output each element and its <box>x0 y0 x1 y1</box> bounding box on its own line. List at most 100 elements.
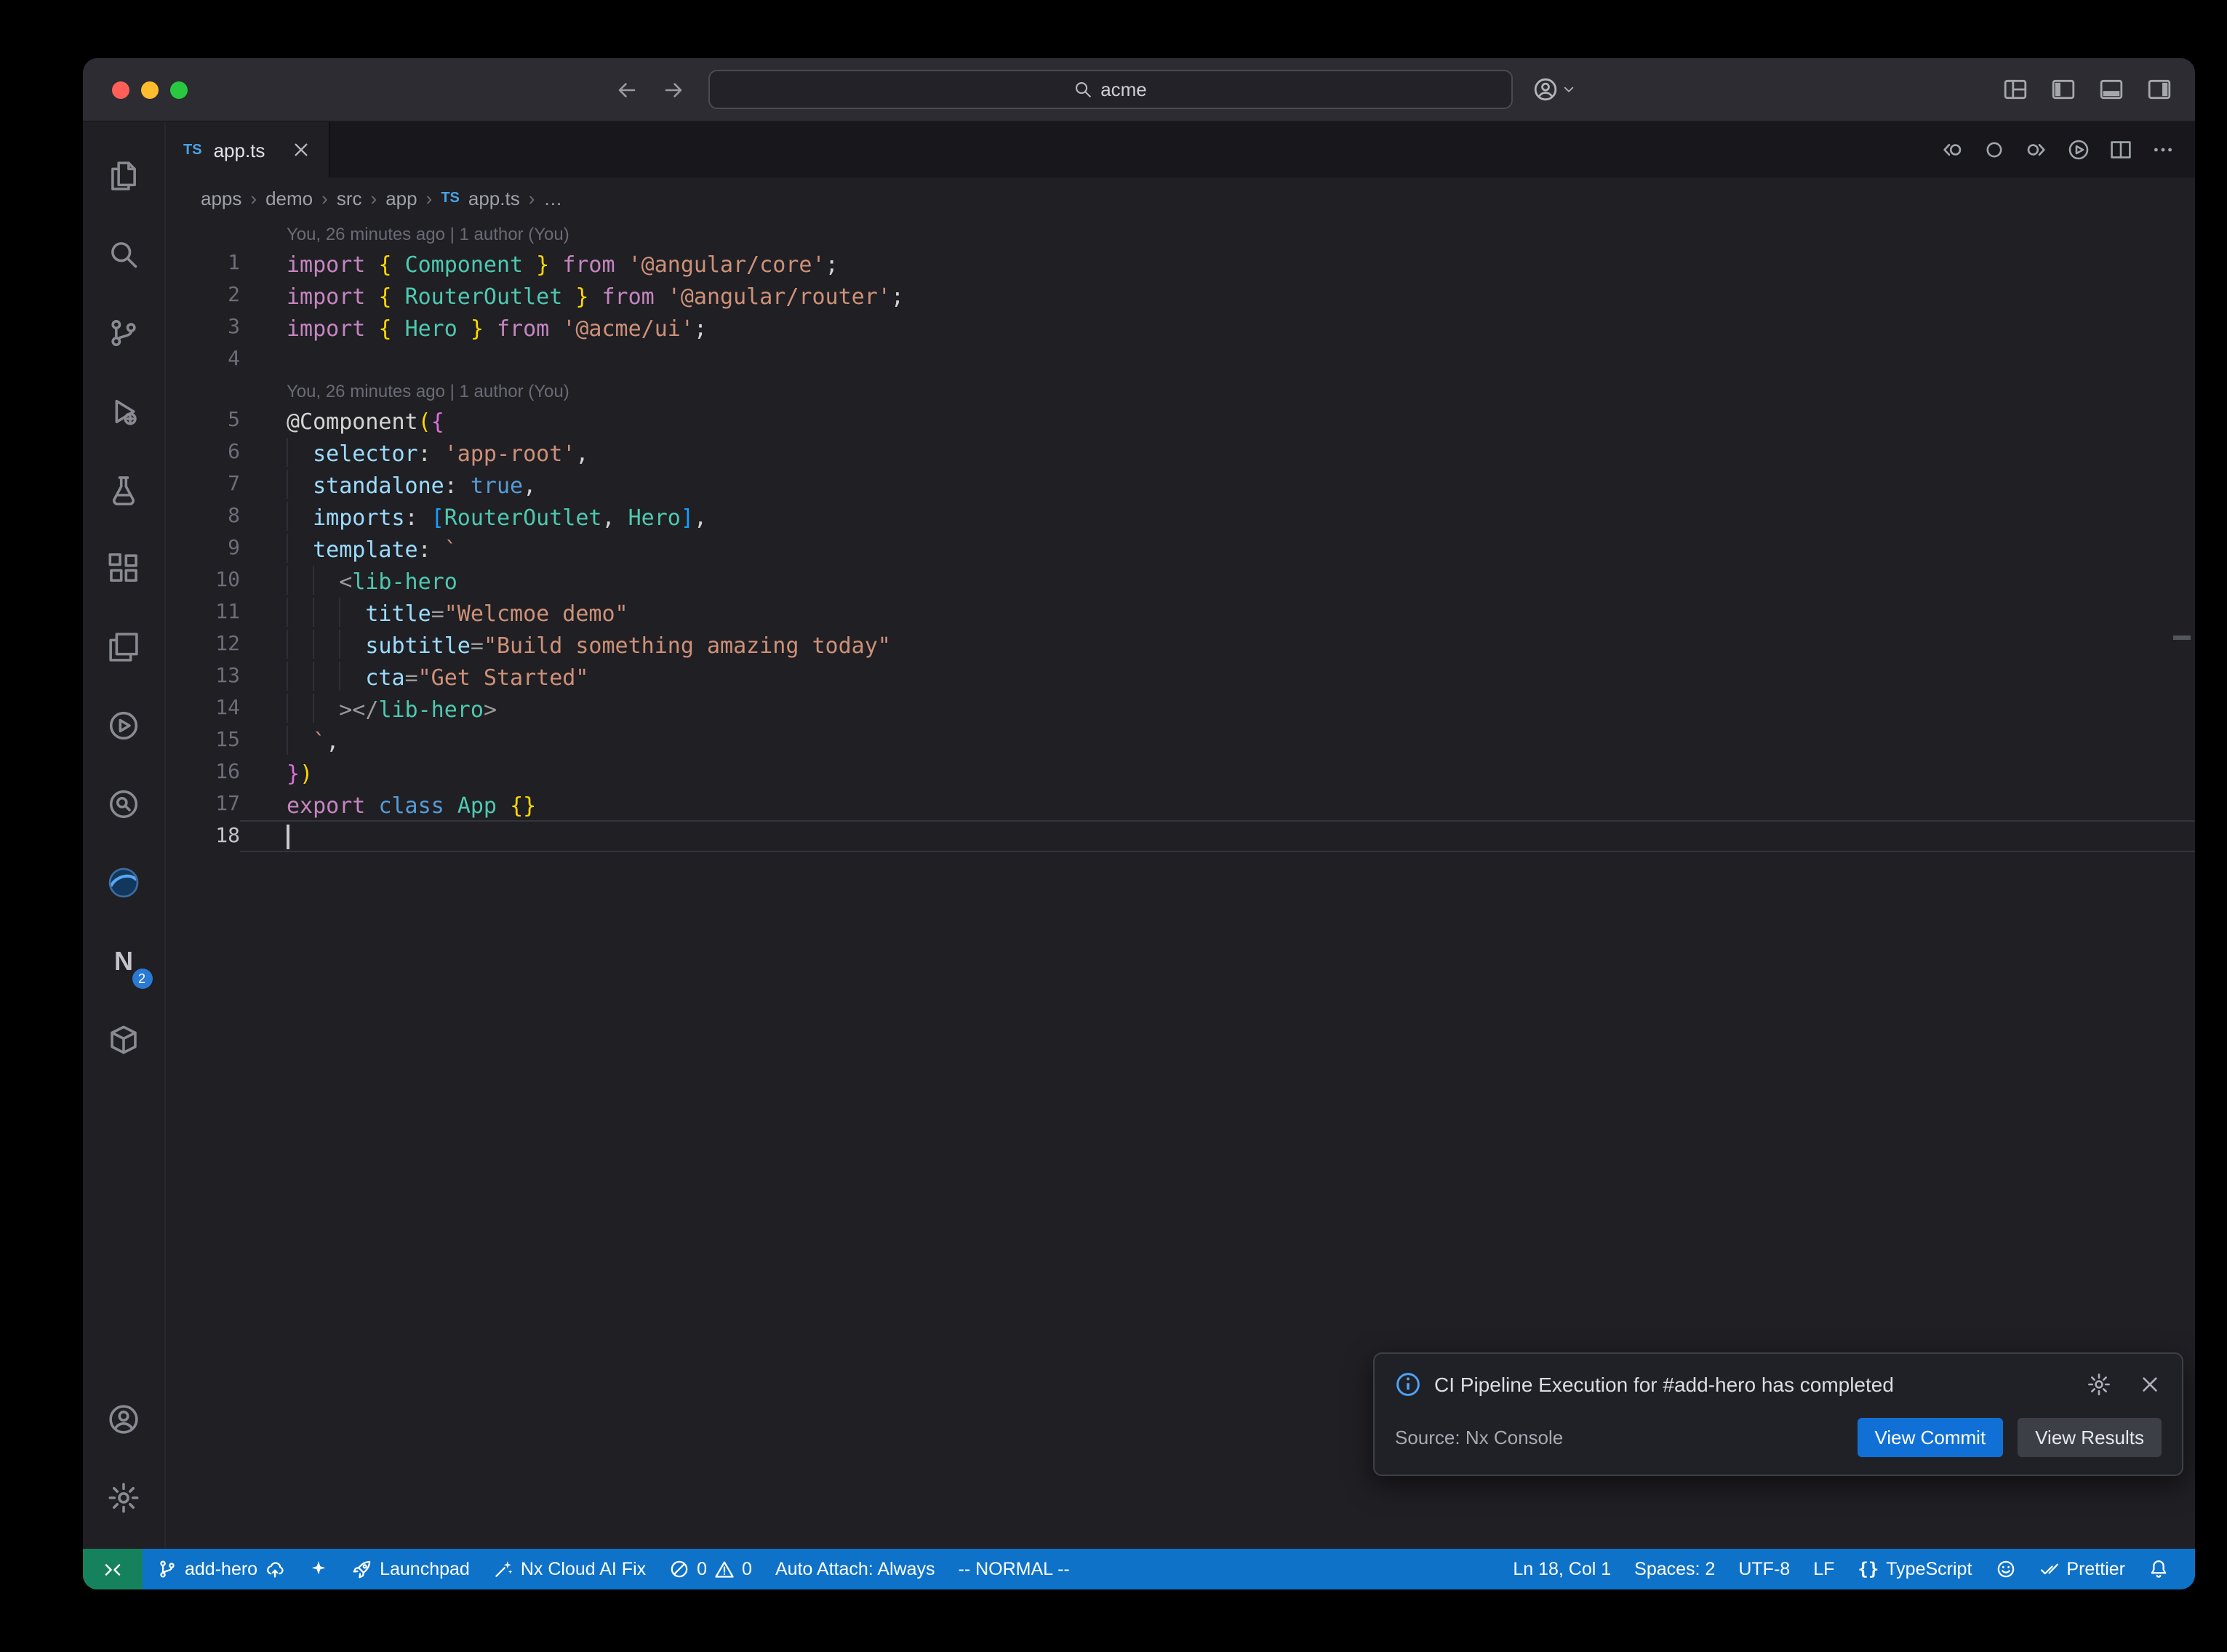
toggle-sidebar-left-icon[interactable] <box>2051 77 2076 102</box>
close-tab-icon[interactable] <box>291 140 311 160</box>
line-content[interactable]: subtitle="Build something amazing today" <box>240 628 2195 660</box>
status-sparkle-action[interactable] <box>297 1549 340 1589</box>
more-actions-icon[interactable] <box>2151 138 2175 161</box>
command-center-search[interactable]: acme <box>708 70 1512 109</box>
go-next-reference-icon[interactable] <box>2025 138 2048 161</box>
line-content[interactable]: }) <box>240 756 2195 788</box>
status-vim-mode[interactable]: -- NORMAL -- <box>947 1549 1081 1589</box>
activity-item-explorer[interactable] <box>83 137 165 215</box>
account-menu[interactable] <box>1532 77 1576 102</box>
breadcrumb-item[interactable]: apps <box>201 187 241 209</box>
line-content[interactable]: template: ` <box>240 532 2195 564</box>
status-launchpad[interactable]: Launchpad <box>340 1549 481 1589</box>
status-language-mode[interactable]: {}TypeScript <box>1846 1549 1983 1589</box>
line-content[interactable]: import { Hero } from '@acme/ui'; <box>240 311 2195 343</box>
breadcrumb-symbol[interactable]: … <box>543 187 562 209</box>
code-token: ; <box>825 252 839 278</box>
activity-item-settings[interactable] <box>83 1459 165 1537</box>
activity-item-code-search[interactable] <box>83 765 165 843</box>
status-feedback[interactable] <box>1983 1549 2027 1589</box>
code-token: from <box>484 316 562 342</box>
notification-settings-icon[interactable] <box>2087 1373 2111 1396</box>
activity-item-accounts[interactable] <box>83 1380 165 1459</box>
indent-guide <box>313 694 314 723</box>
testing-icon <box>108 474 140 506</box>
status-problems[interactable]: 00 <box>657 1549 764 1589</box>
extensions-icon <box>108 553 140 585</box>
status-eol[interactable]: LF <box>1802 1549 1846 1589</box>
activity-item-run-debug[interactable] <box>83 372 165 451</box>
run-file-icon[interactable] <box>2067 138 2090 161</box>
activity-item-editor-copies[interactable] <box>83 608 165 686</box>
toggle-panel-icon[interactable] <box>2099 77 2124 102</box>
code-token: subtitle <box>365 633 471 659</box>
activity-item-browser-preview[interactable] <box>83 843 165 922</box>
activity-item-run-target[interactable] <box>83 686 165 765</box>
line-content[interactable]: <lib-hero <box>240 564 2195 596</box>
status-remote[interactable] <box>83 1549 143 1589</box>
activity-item-extensions[interactable] <box>83 529 165 608</box>
vscode-window: acme N2 TS <box>83 58 2195 1589</box>
line-content[interactable]: imports: [RouterOutlet, Hero], <box>240 500 2195 532</box>
code-token: App <box>457 793 510 819</box>
status-nx-cloud-ai-fix[interactable]: Nx Cloud AI Fix <box>481 1549 657 1589</box>
customize-layout-icon[interactable] <box>2003 77 2028 102</box>
breadcrumb-item[interactable]: src <box>337 187 362 209</box>
status-indentation[interactable]: Spaces: 2 <box>1623 1549 1727 1589</box>
activity-item-nx-console[interactable]: N2 <box>83 922 165 1001</box>
split-editor-icon[interactable] <box>2109 138 2132 161</box>
line-content[interactable] <box>240 343 2195 375</box>
code-line: 7 standalone: true, <box>166 468 2195 500</box>
notification-close-icon[interactable] <box>2138 1373 2162 1396</box>
code-token <box>287 441 313 467</box>
line-content[interactable]: export class App {} <box>240 788 2195 820</box>
line-content[interactable] <box>240 820 2195 852</box>
line-content[interactable]: You, 26 minutes ago | 1 author (You) <box>240 218 2195 247</box>
line-content[interactable]: `, <box>240 724 2195 756</box>
navigate-back-icon[interactable] <box>615 78 638 101</box>
breadcrumb-item[interactable]: demo <box>265 187 313 209</box>
line-content[interactable]: standalone: true, <box>240 468 2195 500</box>
activity-item-source-control[interactable] <box>83 294 165 372</box>
activity-item-testing[interactable] <box>83 451 165 529</box>
line-content[interactable]: You, 26 minutes ago | 1 author (You) <box>240 375 2195 404</box>
status-encoding[interactable]: UTF-8 <box>1727 1549 1802 1589</box>
activity-item-package-explorer[interactable] <box>83 1001 165 1079</box>
chevron-separator-icon: › <box>529 187 535 209</box>
breadcrumb-item[interactable]: app <box>385 187 417 209</box>
toggle-sidebar-right-icon[interactable] <box>2147 77 2172 102</box>
activity-item-search[interactable] <box>83 215 165 294</box>
breadcrumb-file[interactable]: app.ts <box>468 187 520 209</box>
circle-icon[interactable] <box>1983 138 2006 161</box>
search-icon <box>1073 80 1092 99</box>
checkDouble-icon <box>2039 1559 2059 1579</box>
tab-app-ts[interactable]: TS app.ts <box>166 122 330 177</box>
status-notifications-bell[interactable] <box>2137 1549 2180 1589</box>
line-content[interactable]: ></lib-hero> <box>240 692 2195 724</box>
code-line: 1import { Component } from '@angular/cor… <box>166 247 2195 279</box>
status-auto-attach[interactable]: Auto Attach: Always <box>764 1549 947 1589</box>
navigate-forward-icon[interactable] <box>661 78 684 101</box>
status-prettier[interactable]: Prettier <box>2027 1549 2137 1589</box>
minimize-window-button[interactable] <box>141 81 159 98</box>
line-content[interactable]: import { Component } from '@angular/core… <box>240 247 2195 279</box>
status-cursor-position[interactable]: Ln 18, Col 1 <box>1501 1549 1623 1589</box>
go-previous-reference-icon[interactable] <box>1940 138 1964 161</box>
settings-icon <box>108 1482 140 1514</box>
status-bar-right: Ln 18, Col 1Spaces: 2UTF-8LF{}TypeScript… <box>1501 1549 2195 1589</box>
notification-button-view-results[interactable]: View Results <box>2018 1418 2162 1457</box>
code-line: 14 ></lib-hero> <box>166 692 2195 724</box>
line-content[interactable]: selector: 'app-root', <box>240 436 2195 468</box>
zoom-window-button[interactable] <box>170 81 188 98</box>
code-token: > <box>484 697 497 723</box>
close-window-button[interactable] <box>112 81 129 98</box>
status-branch[interactable]: add-hero <box>145 1549 297 1589</box>
line-content[interactable]: title="Welcmoe demo" <box>240 596 2195 628</box>
code-token: ) <box>300 761 313 787</box>
line-content[interactable]: cta="Get Started" <box>240 660 2195 692</box>
code-editor[interactable]: You, 26 minutes ago | 1 author (You)1imp… <box>166 218 2195 1549</box>
line-content[interactable]: import { RouterOutlet } from '@angular/r… <box>240 279 2195 311</box>
notification-button-view-commit[interactable]: View Commit <box>1858 1418 2004 1457</box>
line-content[interactable]: @Component({ <box>240 404 2195 436</box>
code-token: export <box>287 793 378 819</box>
